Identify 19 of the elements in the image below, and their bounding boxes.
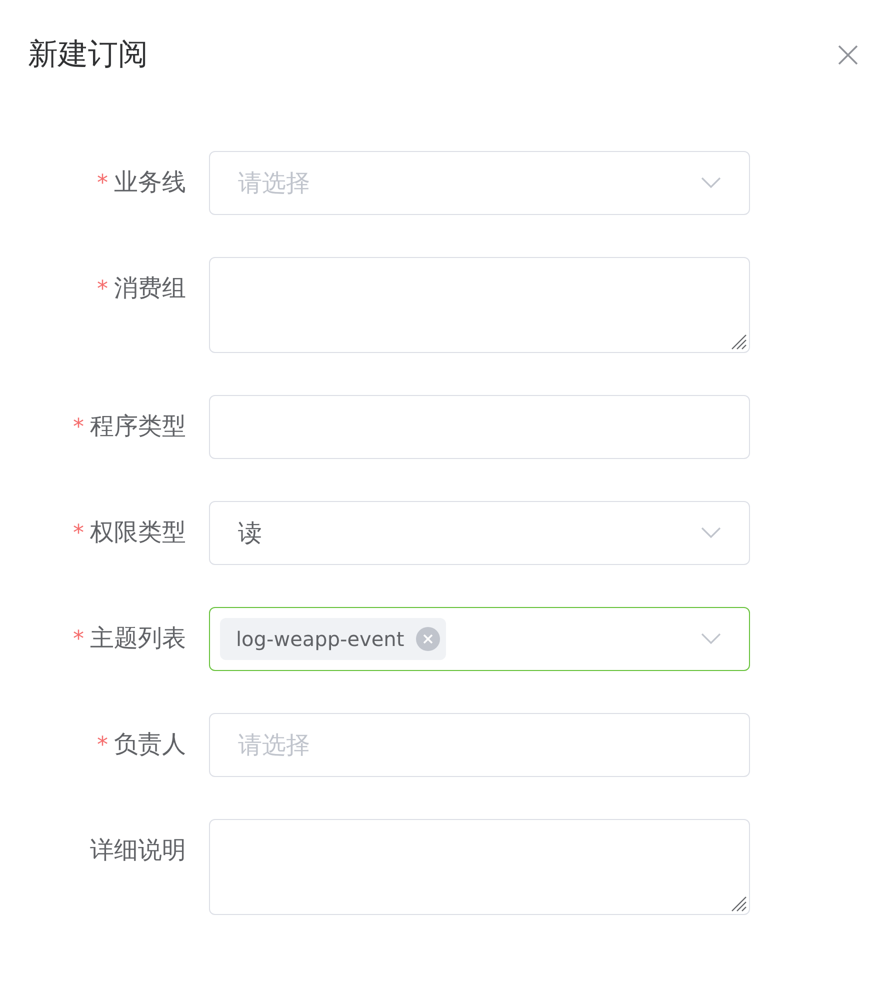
field-label: 详细说明 xyxy=(90,835,186,866)
tag: log-weapp-event xyxy=(220,618,446,660)
input-field[interactable] xyxy=(209,395,750,459)
field-label: * 消费组 xyxy=(97,273,186,304)
caret-icon xyxy=(701,633,721,645)
resize-handle-icon[interactable] xyxy=(729,332,747,350)
field-label: * 权限类型 xyxy=(73,517,186,548)
field-label: * 负责人 xyxy=(97,729,186,760)
field-label: * 业务线 xyxy=(97,167,186,198)
field-label: * 主题列表 xyxy=(73,623,186,654)
select-field[interactable]: 读 xyxy=(209,501,750,565)
select-field[interactable]: log-weapp-event xyxy=(209,607,750,671)
caret-icon xyxy=(701,527,721,539)
resize-handle-icon[interactable] xyxy=(729,894,747,912)
close-icon[interactable] xyxy=(838,45,858,65)
caret-icon xyxy=(701,177,721,189)
field-label: * 程序类型 xyxy=(73,411,186,442)
close-icon[interactable] xyxy=(416,627,440,651)
dialog-title: 新建订阅 xyxy=(28,36,148,74)
